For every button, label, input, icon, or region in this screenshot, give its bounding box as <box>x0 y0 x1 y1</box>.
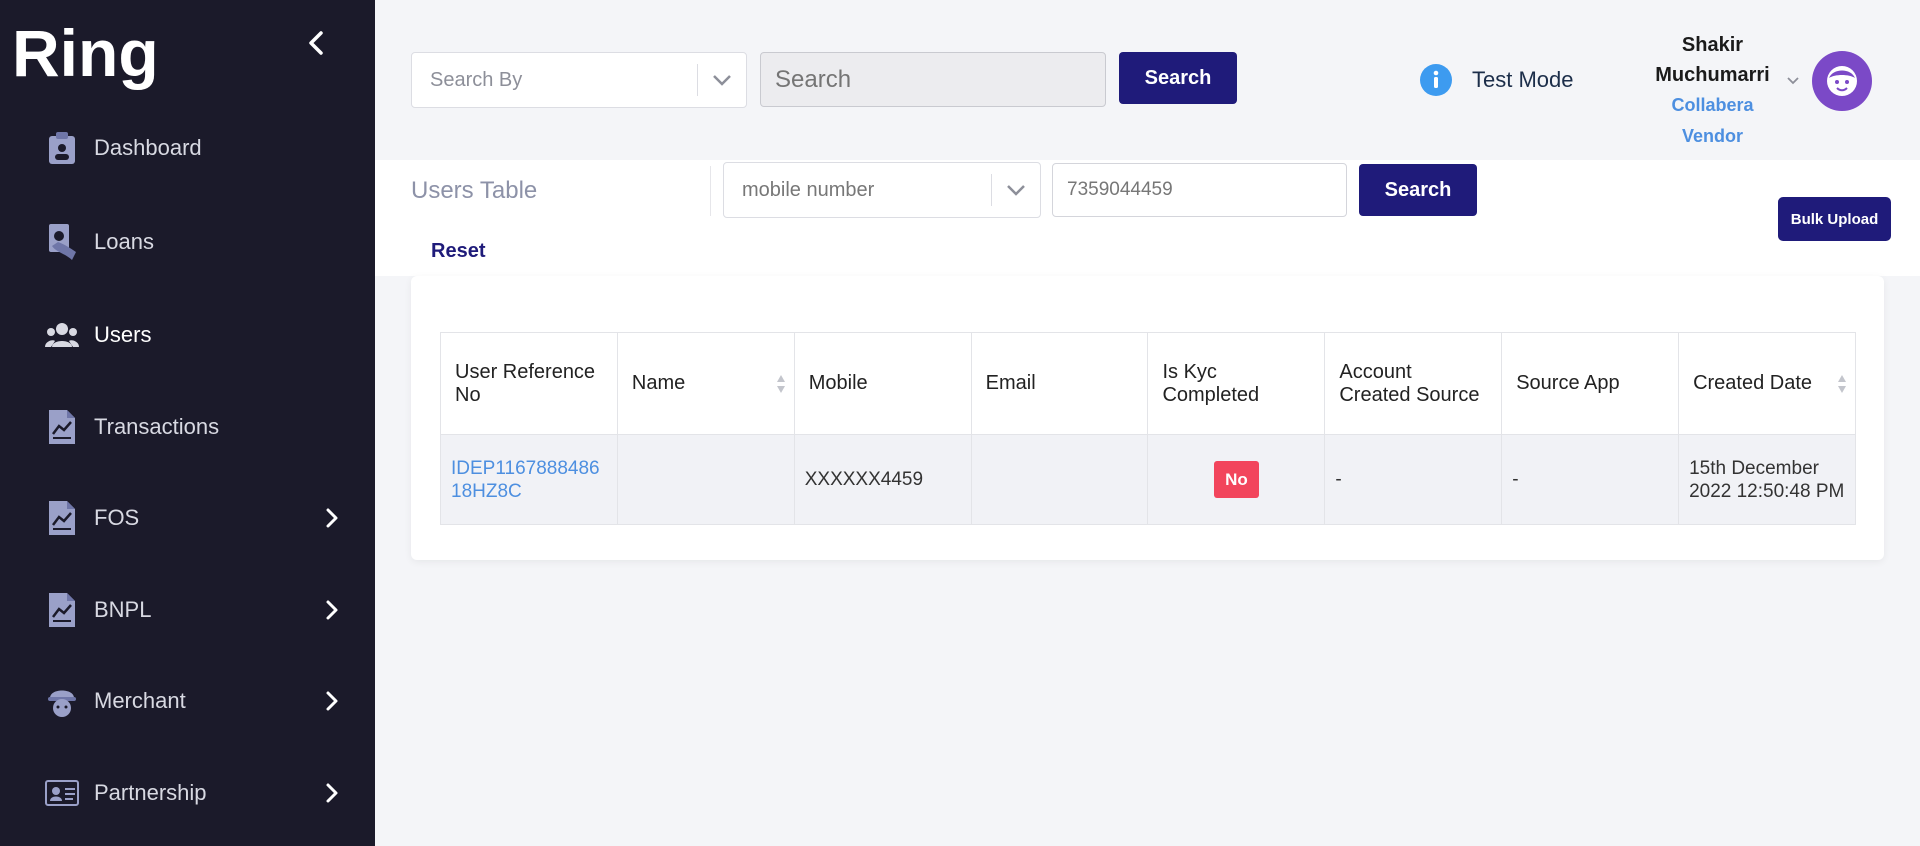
table-toolbar: Users Table mobile number Search Bulk Up… <box>375 160 1920 276</box>
global-search-button[interactable]: Search <box>1119 52 1237 104</box>
user-reference-cell[interactable]: IDEP116788848618HZ8C <box>440 434 618 525</box>
money-hand-icon <box>44 224 80 260</box>
sidebar: Ring Dashboard Loans Users Transactions … <box>0 0 375 846</box>
filter-value-input[interactable] <box>1052 163 1347 217</box>
filter-field-select[interactable]: mobile number <box>723 162 1041 218</box>
user-first-name: Shakir <box>1681 34 1744 56</box>
info-icon <box>1420 64 1452 96</box>
reset-link[interactable]: Reset <box>431 240 485 263</box>
sidebar-item-label: FOS <box>94 505 140 530</box>
avatar[interactable] <box>1812 51 1872 111</box>
sidebar-item-transactions[interactable]: Transactions <box>0 396 375 458</box>
sidebar-item-label: Dashboard <box>94 135 202 160</box>
table-header-row: User Reference No Name Mobile Email Is K… <box>440 332 1856 435</box>
sidebar-item-dashboard[interactable]: Dashboard <box>0 117 375 179</box>
chevron-down-icon <box>698 74 746 86</box>
search-by-value: Search By <box>430 68 523 91</box>
sort-icon[interactable] <box>1837 373 1847 395</box>
sidebar-item-label: Loans <box>94 229 154 254</box>
worker-helmet-icon <box>44 683 80 719</box>
users-icon <box>44 317 80 353</box>
users-table: User Reference No Name Mobile Email Is K… <box>440 332 1856 525</box>
user-org: Collabera <box>1671 95 1754 115</box>
user-last-name: Muchumarri <box>1655 64 1770 86</box>
column-header-created-date[interactable]: Created Date <box>1678 332 1856 435</box>
face-icon <box>1827 66 1857 96</box>
table-title: Users Table <box>411 177 538 204</box>
user-info[interactable]: Shakir Muchumarri Collabera Vendor <box>1640 30 1785 152</box>
kyc-status-badge: No <box>1214 461 1259 498</box>
id-card-icon <box>44 775 80 811</box>
name-cell <box>616 434 795 525</box>
email-cell <box>970 434 1149 525</box>
column-header-source-app: Source App <box>1501 332 1680 435</box>
search-by-select[interactable]: Search By <box>411 52 747 108</box>
column-header-user-reference-no: User Reference No <box>440 332 618 435</box>
sidebar-item-label: BNPL <box>94 597 152 622</box>
chevron-right-icon <box>326 783 338 803</box>
filter-search-button[interactable]: Search <box>1359 164 1477 216</box>
column-header-is-kyc-completed: Is Kyc Completed <box>1147 332 1326 435</box>
clipboard-icon <box>44 130 80 166</box>
chart-document-icon <box>44 592 80 628</box>
chevron-right-icon <box>326 600 338 620</box>
test-mode-toggle[interactable]: Test Mode <box>1420 64 1574 96</box>
table-row: IDEP116788848618HZ8C XXXXXX4459 No - - 1… <box>440 434 1856 525</box>
filter-field-value: mobile number <box>742 178 875 201</box>
ring-logo[interactable]: Ring <box>12 18 162 90</box>
chart-document-icon <box>44 409 80 445</box>
bulk-upload-button[interactable]: Bulk Upload <box>1778 197 1891 241</box>
chevron-down-icon[interactable] <box>1784 72 1802 90</box>
sidebar-item-label: Users <box>94 322 152 347</box>
kyc-cell: No <box>1147 434 1326 525</box>
chart-document-icon <box>44 500 80 536</box>
chevron-right-icon <box>326 508 338 528</box>
sidebar-item-partnership[interactable]: Partnership <box>0 762 375 824</box>
source-app-cell: - <box>1501 434 1680 525</box>
toolbar-divider <box>710 166 711 216</box>
sidebar-item-merchant[interactable]: Merchant <box>0 670 375 732</box>
chevron-down-icon <box>992 184 1040 196</box>
test-mode-label: Test Mode <box>1472 67 1574 92</box>
created-date-cell: 15th December 2022 12:50:48 PM <box>1678 434 1856 525</box>
users-table-card: User Reference No Name Mobile Email Is K… <box>411 276 1884 560</box>
sort-icon[interactable] <box>776 373 786 395</box>
svg-text:Ring: Ring <box>12 18 159 90</box>
sidebar-item-users[interactable]: Users <box>0 304 375 366</box>
chevron-right-icon <box>326 691 338 711</box>
sidebar-item-label: Merchant <box>94 688 186 713</box>
global-search-input[interactable] <box>760 52 1106 107</box>
sidebar-item-bnpl[interactable]: BNPL <box>0 579 375 641</box>
sidebar-item-loans[interactable]: Loans <box>0 211 375 273</box>
user-role: Vendor <box>1681 126 1743 146</box>
account-created-source-cell: - <box>1324 434 1503 525</box>
collapse-sidebar-icon[interactable] <box>302 28 332 58</box>
sidebar-item-label: Partnership <box>94 780 207 805</box>
column-header-name[interactable]: Name <box>616 332 795 435</box>
column-header-account-created-source: Account Created Source <box>1324 332 1503 435</box>
sidebar-item-fos[interactable]: FOS <box>0 487 375 549</box>
column-header-mobile: Mobile <box>793 332 972 435</box>
sidebar-item-label: Transactions <box>94 414 220 439</box>
mobile-cell: XXXXXX4459 <box>793 434 972 525</box>
column-header-email: Email <box>970 332 1149 435</box>
